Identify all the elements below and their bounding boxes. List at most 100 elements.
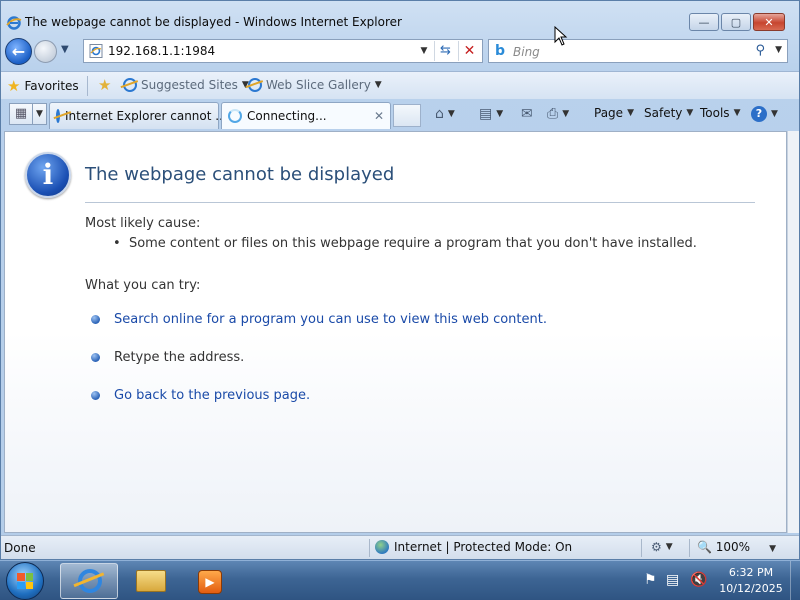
- home-button[interactable]: ⌂ ▼: [435, 106, 455, 122]
- search-input[interactable]: Bing: [513, 45, 540, 59]
- stop-icon[interactable]: ✕: [458, 41, 480, 61]
- chevron-down-icon: ▼: [562, 109, 570, 119]
- taskbar-ie-button[interactable]: [60, 563, 118, 599]
- security-zone[interactable]: Internet | Protected Mode: On: [375, 540, 572, 554]
- printer-icon: ⎙: [547, 106, 559, 122]
- try-heading: What you can try:: [85, 278, 201, 293]
- info-icon: i: [25, 152, 71, 198]
- chevron-down-icon: ▼: [447, 109, 455, 119]
- volume-muted-icon[interactable]: 🔇: [690, 572, 707, 588]
- search-icon[interactable]: ⚲: [755, 43, 765, 58]
- suggested-sites-label: Suggested Sites: [141, 78, 238, 92]
- chevron-down-icon: ▼: [686, 108, 694, 118]
- close-tab-icon[interactable]: ✕: [374, 109, 384, 123]
- windows-logo-icon: [17, 573, 33, 589]
- taskbar-explorer-button[interactable]: [122, 563, 180, 599]
- vertical-scrollbar[interactable]: [787, 131, 799, 533]
- chevron-down-icon: ▼: [733, 108, 741, 118]
- search-online-link[interactable]: Search online for a program you can use …: [114, 312, 547, 327]
- address-dropdown-icon[interactable]: ▼: [417, 43, 431, 59]
- help-menu[interactable]: ? ▼: [751, 106, 778, 122]
- address-input[interactable]: 192.168.1.1:1984: [108, 44, 215, 58]
- new-tab-button[interactable]: [393, 104, 421, 127]
- cause-heading: Most likely cause:: [85, 216, 201, 231]
- safety-menu[interactable]: Safety ▼: [644, 106, 693, 120]
- mail-icon: ✉: [521, 106, 533, 122]
- protected-mode-button[interactable]: ⚙ ▼: [651, 540, 673, 554]
- tools-menu[interactable]: Tools ▼: [700, 106, 740, 120]
- tab-label: Connecting...: [247, 109, 327, 123]
- ie-page-icon: [123, 78, 137, 92]
- address-bar[interactable]: 192.168.1.1:1984 ▼ ⇆ ✕: [83, 39, 483, 63]
- title-bar[interactable]: The webpage cannot be displayed - Window…: [1, 1, 799, 33]
- tools-menu-label: Tools: [700, 106, 730, 120]
- zoom-level: 100%: [715, 540, 751, 554]
- zone-label: Internet | Protected Mode: On: [394, 540, 573, 554]
- rss-icon: ▤: [479, 106, 493, 122]
- zoom-icon: 🔍: [697, 540, 712, 554]
- ie-page-icon: [248, 78, 262, 92]
- action-center-flag-icon[interactable]: ⚑: [644, 572, 657, 588]
- status-divider: [369, 539, 370, 557]
- cause-item: • Some content or files on this webpage …: [113, 236, 697, 251]
- ie-window: The webpage cannot be displayed - Window…: [0, 0, 800, 560]
- quick-tabs-button[interactable]: ▦: [9, 103, 33, 125]
- chevron-down-icon: ▼: [374, 80, 382, 90]
- web-slice-gallery-label: Web Slice Gallery: [266, 78, 371, 92]
- clock-date: 10/12/2025: [719, 582, 783, 595]
- page-menu-label: Page: [594, 106, 624, 120]
- status-divider: [641, 539, 642, 557]
- page-content: i The webpage cannot be displayed Most l…: [4, 131, 787, 533]
- chevron-down-icon: ▼: [496, 109, 504, 119]
- back-button[interactable]: ←: [5, 38, 32, 65]
- zoom-control[interactable]: 🔍 100% ▼: [697, 540, 776, 554]
- tab-connecting[interactable]: Connecting... ✕: [221, 102, 391, 129]
- minimize-button[interactable]: —: [689, 13, 719, 31]
- tab-row: ▦ ▼ Internet Explorer cannot ... Connect…: [1, 100, 799, 130]
- navigation-bar: ← ▼ 192.168.1.1:1984 ▼ ⇆ ✕ b Bing ⚲ ▼: [1, 37, 799, 67]
- back-arrow-icon: ←: [11, 42, 26, 61]
- history-dropdown-icon[interactable]: ▼: [61, 44, 69, 55]
- system-tray: ⚑ ▤ 🔇 6:32 PM 10/12/2025: [640, 561, 800, 600]
- ie-logo-icon: [78, 569, 102, 593]
- clock[interactable]: 6:32 PM 10/12/2025: [718, 565, 784, 597]
- ie-page-icon: [56, 109, 60, 123]
- page-menu[interactable]: Page ▼: [594, 106, 634, 120]
- read-mail-button[interactable]: ✉: [521, 106, 533, 122]
- suggested-sites-link[interactable]: Suggested Sites ▼: [123, 78, 249, 92]
- home-icon: ⌂: [435, 106, 444, 122]
- tab-label: Internet Explorer cannot ...: [65, 109, 227, 123]
- start-button[interactable]: [6, 562, 44, 600]
- retype-address-item: Retype the address.: [91, 350, 244, 365]
- forward-button[interactable]: [34, 40, 57, 63]
- show-desktop-button[interactable]: [790, 561, 800, 600]
- taskbar-media-player-button[interactable]: ▶: [182, 563, 240, 599]
- add-favorite-icon[interactable]: ★: [98, 76, 111, 94]
- go-back-link[interactable]: Go back to the previous page.: [114, 388, 310, 403]
- status-bar: Done Internet | Protected Mode: On ⚙ ▼ 🔍…: [1, 535, 799, 559]
- close-button[interactable]: ✕: [753, 13, 785, 31]
- tab-internet-explorer-cannot[interactable]: Internet Explorer cannot ...: [49, 102, 227, 129]
- chevron-down-icon: ▼: [769, 544, 777, 554]
- refresh-icon[interactable]: ⇆: [434, 41, 456, 61]
- tab-list-dropdown-icon[interactable]: ▼: [33, 103, 47, 125]
- feeds-button[interactable]: ▤ ▼: [479, 106, 503, 122]
- search-dropdown-icon[interactable]: ▼: [775, 45, 782, 55]
- clock-time: 6:32 PM: [728, 566, 774, 579]
- network-icon[interactable]: ▤: [666, 572, 679, 588]
- page-icon: [89, 44, 103, 58]
- gear-icon: ⚙: [651, 540, 662, 554]
- window-title: The webpage cannot be displayed - Window…: [25, 15, 402, 29]
- web-slice-gallery-link[interactable]: Web Slice Gallery ▼: [248, 78, 382, 92]
- search-box[interactable]: b Bing ⚲ ▼: [488, 39, 788, 63]
- chevron-down-icon: ▼: [665, 542, 673, 552]
- favorites-button[interactable]: ★ Favorites: [7, 76, 88, 96]
- search-online-item: Search online for a program you can use …: [91, 312, 547, 327]
- maximize-button[interactable]: ▢: [721, 13, 751, 31]
- safety-menu-label: Safety: [644, 106, 683, 120]
- caption-buttons: — ▢ ✕: [689, 13, 785, 31]
- status-text: Done: [4, 541, 36, 555]
- print-button[interactable]: ⎙ ▼: [547, 106, 569, 122]
- star-icon: ★: [7, 77, 21, 95]
- divider: [85, 202, 755, 203]
